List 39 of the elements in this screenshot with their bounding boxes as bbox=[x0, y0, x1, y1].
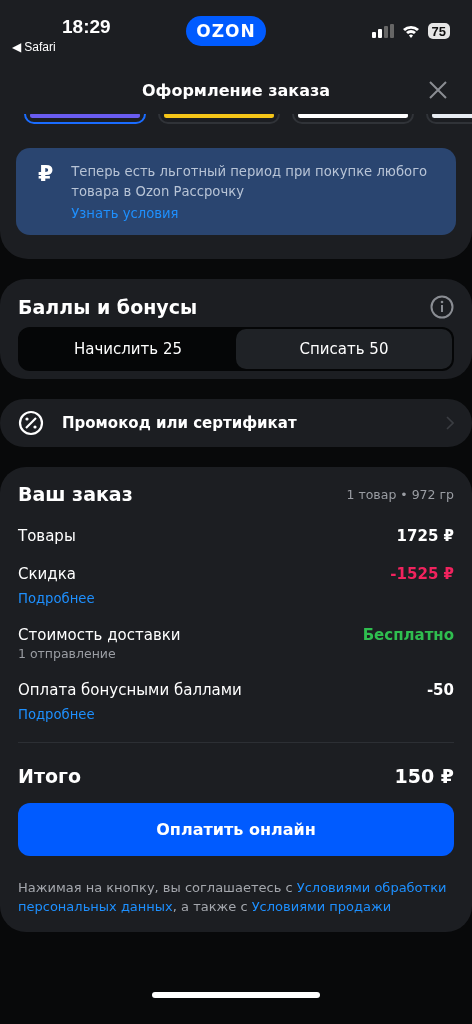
row-label: Оплата бонусными баллами bbox=[18, 681, 242, 699]
row-value: -1525 ₽ bbox=[390, 565, 454, 583]
row-value: 1725 ₽ bbox=[396, 527, 454, 545]
logo: OZON bbox=[186, 16, 266, 46]
legal-link[interactable]: персональных данных bbox=[18, 899, 173, 914]
legal-link[interactable]: Условиями продажи bbox=[251, 899, 392, 914]
row-label: Скидка bbox=[18, 565, 76, 583]
battery-indicator: 75 bbox=[427, 23, 450, 39]
promo-row[interactable]: Промокод или сертификат bbox=[0, 399, 472, 447]
wifi-icon bbox=[401, 24, 420, 38]
banner-text: Теперь есть льготный период при покупке любого товара в Ozon Рассрочку bbox=[71, 163, 429, 201]
back-link[interactable]: ◀ Safari bbox=[12, 40, 56, 54]
chevron-icon bbox=[446, 416, 454, 430]
promo-label: Промокод или сертификат bbox=[62, 414, 298, 432]
legal-link[interactable]: Условиями обработки bbox=[296, 880, 447, 895]
order-summary: 1 товар • 972 гр bbox=[346, 486, 454, 502]
pay-button[interactable]: Оплатить онлайн bbox=[18, 803, 454, 856]
page-title: Оформление заказа bbox=[141, 80, 331, 100]
row-value: Бесплатно bbox=[362, 626, 454, 644]
section-title: Баллы и бонусы bbox=[18, 296, 198, 318]
segment-tab[interactable]: Списать 50 bbox=[236, 329, 452, 369]
terms-link[interactable]: Узнать условия bbox=[71, 206, 179, 221]
row-note: 1 отправление bbox=[18, 646, 116, 661]
ruble-icon: ₽ bbox=[38, 162, 54, 221]
details-link[interactable]: Подробнее bbox=[18, 591, 95, 606]
details-link[interactable]: Подробнее bbox=[18, 707, 95, 722]
legal-text: Нажимая на кнопку, вы соглашаетесь с Условиями обработки персональных данных, а также с Условиями продажи bbox=[18, 879, 448, 916]
segment-tab[interactable]: Начислить 25 bbox=[20, 329, 236, 369]
discount-icon bbox=[18, 410, 44, 436]
total-value: 150 ₽ bbox=[394, 765, 454, 787]
total-label: Итого bbox=[18, 765, 81, 787]
section-title: Ваш заказ bbox=[18, 483, 133, 505]
close-icon bbox=[428, 80, 448, 100]
row-value: -50 bbox=[426, 681, 454, 699]
row-label: Стоимость доставки bbox=[18, 626, 181, 644]
signal-icon bbox=[371, 24, 394, 38]
clock: 18:29 bbox=[62, 16, 111, 38]
row-label: Товары bbox=[18, 527, 76, 545]
info-icon bbox=[430, 295, 454, 319]
